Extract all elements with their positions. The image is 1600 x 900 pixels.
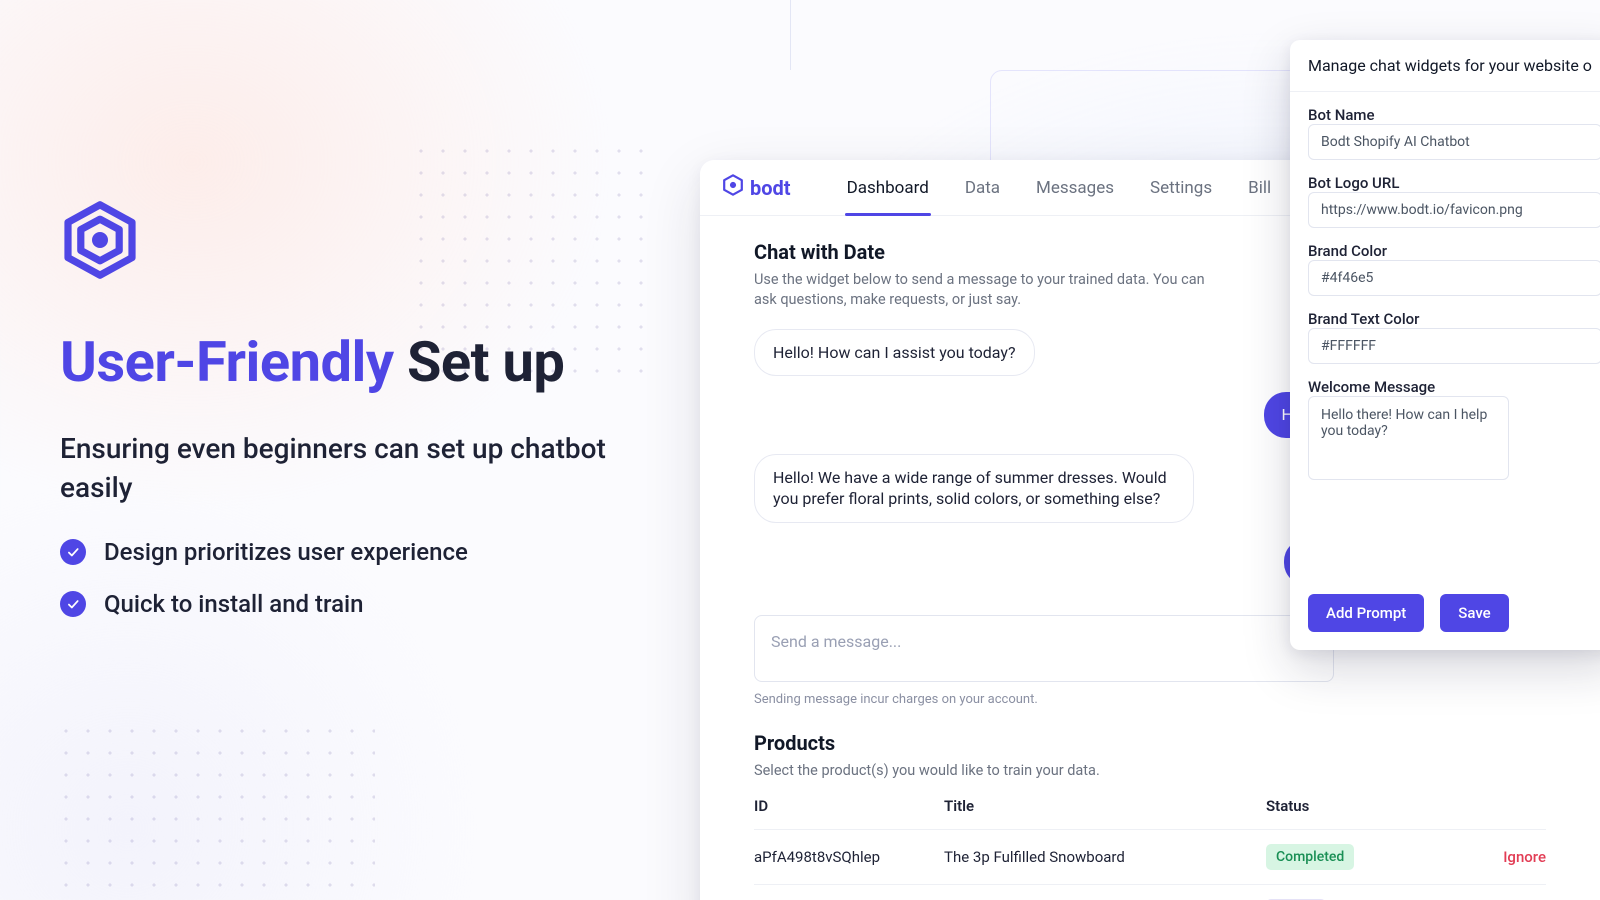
tab-label: Messages — [1036, 178, 1114, 198]
products-table: ID Title Status aPfA498t8vSQhlep The 3p … — [754, 791, 1546, 900]
table-row[interactable]: aPfA498t8vSQhlep The 3p Fulfilled Snowbo… — [754, 830, 1546, 885]
tab-settings[interactable]: Settings — [1150, 160, 1212, 215]
input-brand-text-color[interactable] — [1308, 328, 1600, 364]
brand-logo: bodt — [722, 174, 791, 201]
label-bot-logo-url: Bot Logo URL — [1308, 174, 1600, 192]
tab-billing[interactable]: Bill — [1248, 160, 1271, 215]
dashboard-tabs: Dashboard Data Messages Settings Bill — [847, 160, 1272, 215]
tab-dashboard[interactable]: Dashboard — [847, 160, 929, 215]
tab-label: Dashboard — [847, 178, 929, 198]
cell-title: The 3p Fulfilled Snowboard — [944, 848, 1266, 866]
hero-bullet: Quick to install and train — [60, 590, 670, 618]
hero-bullet: Design prioritizes user experience — [60, 538, 670, 566]
check-icon — [60, 591, 86, 617]
products-desc: Select the product(s) you would like to … — [754, 761, 1546, 781]
products-section: Products Select the product(s) you would… — [754, 731, 1546, 900]
label-welcome-message: Welcome Message — [1308, 378, 1600, 396]
status-badge: Completed — [1266, 844, 1354, 870]
input-bot-logo-url[interactable] — [1308, 192, 1600, 228]
hero-subhead: Ensuring even beginners can set up chatb… — [60, 430, 620, 507]
hero-section: User-Friendly Set up Ensuring even begin… — [60, 200, 670, 642]
settings-panel-header: Manage chat widgets for your website o — [1290, 40, 1600, 92]
tab-messages[interactable]: Messages — [1036, 160, 1114, 215]
tab-data[interactable]: Data — [965, 160, 1000, 215]
tab-label: Data — [965, 178, 1000, 198]
input-brand-color[interactable] — [1308, 260, 1600, 296]
widget-settings-panel: Manage chat widgets for your website o B… — [1290, 40, 1600, 650]
chat-fine-print: Sending message incur charges on your ac… — [754, 692, 1546, 707]
check-icon — [60, 539, 86, 565]
chat-message-bot: Hello! How can I assist you today? — [754, 329, 1035, 377]
bodt-logo-icon — [722, 174, 744, 201]
save-button[interactable]: Save — [1440, 594, 1508, 632]
cell-id: aPfA498t8vSQhlep — [754, 848, 944, 866]
label-bot-name: Bot Name — [1308, 106, 1600, 124]
col-status: Status — [1266, 797, 1426, 815]
bodt-logo-icon — [60, 200, 140, 280]
input-bot-name[interactable] — [1308, 124, 1600, 160]
products-table-header: ID Title Status — [754, 791, 1546, 830]
col-id: ID — [754, 797, 944, 815]
settings-actions: Add Prompt Save — [1290, 594, 1600, 650]
products-title: Products — [754, 731, 1546, 755]
row-action-ignore[interactable]: Ignore — [1426, 848, 1546, 866]
chat-desc: Use the widget below to send a message t… — [754, 270, 1224, 311]
add-prompt-button[interactable]: Add Prompt — [1308, 594, 1424, 632]
hero-headline: User-Friendly Set up — [60, 330, 670, 394]
decorative-line — [790, 0, 791, 70]
chat-message-bot: Hello! We have a wide range of summer dr… — [754, 454, 1194, 523]
hero-headline-accent: User-Friendly — [60, 329, 394, 395]
hero-headline-rest: Set up — [394, 329, 565, 395]
hero-bullet-text: Design prioritizes user experience — [104, 538, 468, 566]
tab-label: Bill — [1248, 178, 1271, 198]
brand-name: bodt — [750, 176, 791, 200]
table-row[interactable]: lGfEu4RqRgKzuTRb The Multi - location Sn… — [754, 885, 1546, 900]
hero-bullets: Design prioritizes user experience Quick… — [60, 538, 670, 618]
hero-bullet-text: Quick to install and train — [104, 590, 364, 618]
label-brand-color: Brand Color — [1308, 242, 1600, 260]
chat-composer[interactable]: Send a message... — [754, 615, 1334, 682]
label-brand-text-color: Brand Text Color — [1308, 310, 1600, 328]
tab-label: Settings — [1150, 178, 1212, 198]
col-title: Title — [944, 797, 1266, 815]
textarea-welcome-message[interactable]: Hello there! How can I help you today? — [1308, 396, 1509, 480]
chat-composer-placeholder: Send a message... — [771, 632, 901, 651]
decorative-dot-grid — [55, 720, 375, 900]
